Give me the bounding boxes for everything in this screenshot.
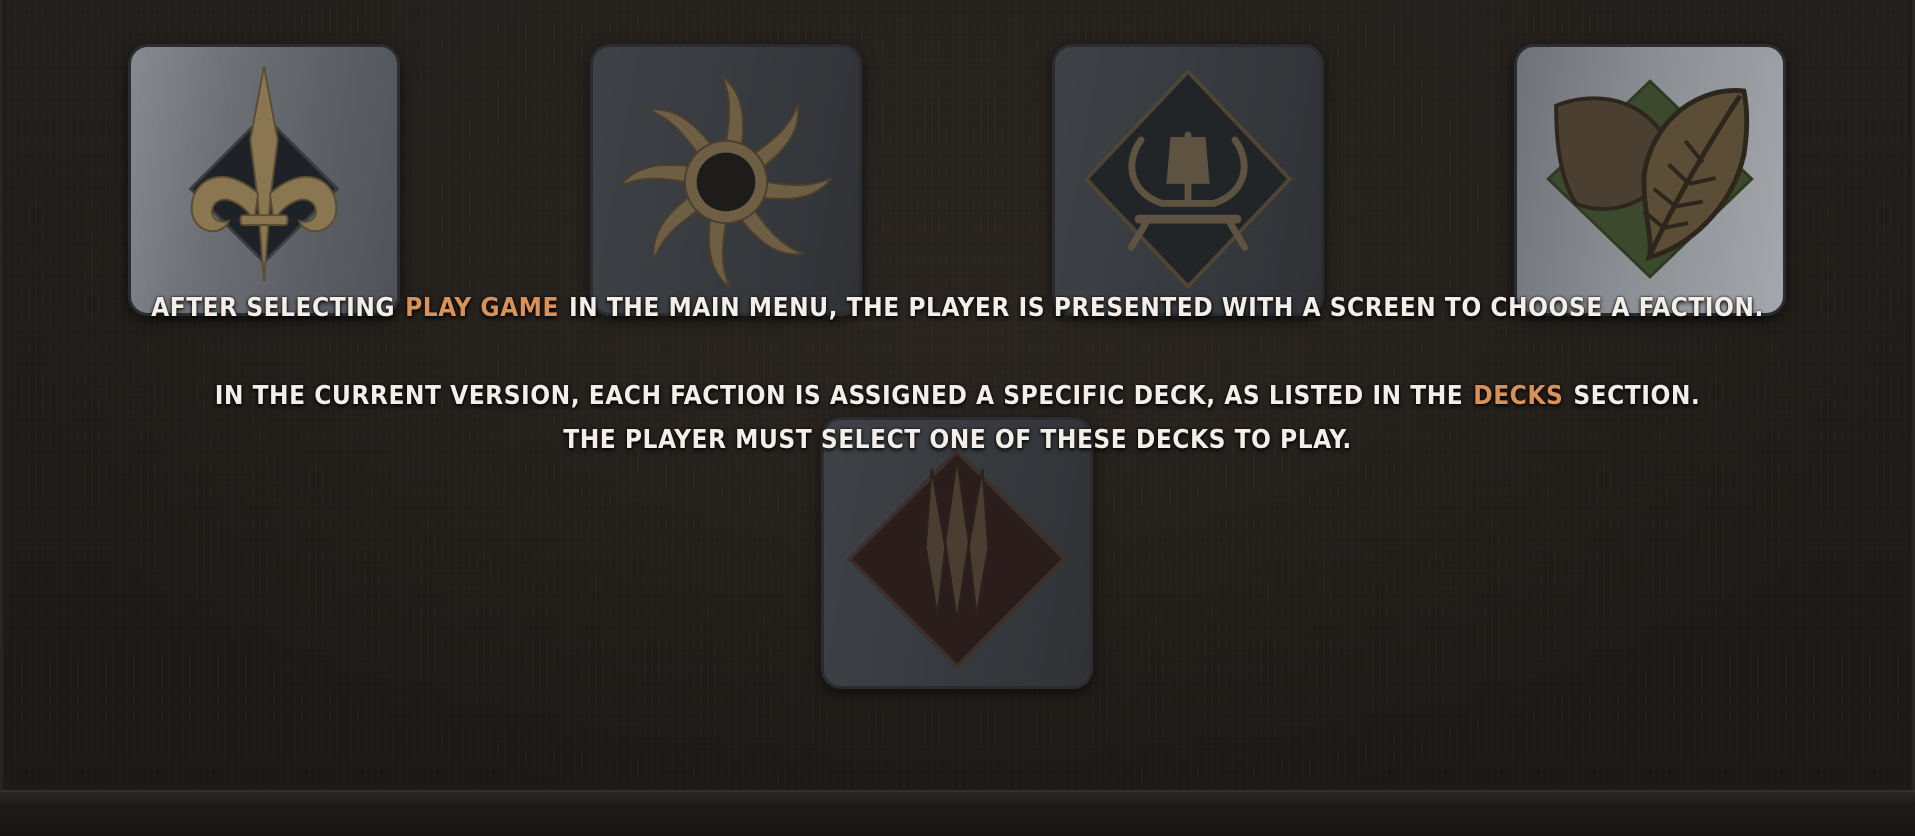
decks-note-text: In the current version, each faction is … [0,381,1915,411]
intro-text: After selecting Play Game in the main menu… [0,293,1915,323]
fleur-de-lis-icon [188,66,340,282]
faction-card-leaf[interactable] [1514,44,1786,316]
bottom-bar [0,790,1915,836]
play-game-highlight: Play Game [405,293,559,323]
faction-select-screen: After selecting Play Game in the main menu… [0,0,1915,836]
black-sun-icon [619,75,833,289]
select-note-text: The player must select one of these deck… [563,425,1352,455]
intro-text-part1: After selecting [151,293,396,323]
decks-note-part2: section. [1573,381,1701,411]
leaf-icon [1546,79,1754,279]
longship-icon [1083,68,1293,290]
intro-text-part2: in the main menu, the player is presente… [568,293,1764,323]
faction-card-longship[interactable] [1052,44,1324,316]
decks-highlight: Decks [1473,381,1564,411]
faction-card-fleur-de-lis[interactable] [128,44,400,316]
decks-note-part1: In the current version, each faction is … [214,381,1464,411]
claw-marks-icon [846,448,1068,670]
faction-card-claw-marks[interactable] [821,417,1093,689]
faction-card-black-sun[interactable] [590,44,862,316]
